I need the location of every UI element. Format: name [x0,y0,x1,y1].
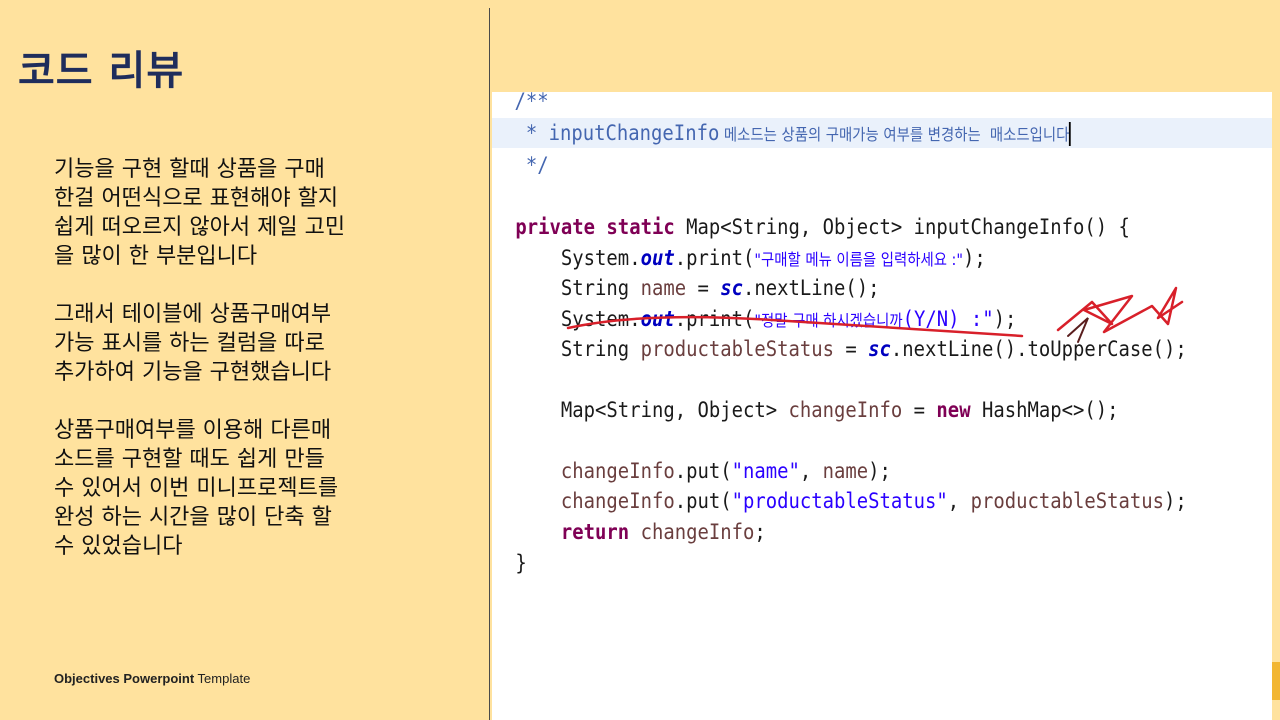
code-line-2: * inputChangeInfo 메소드는 상품의 구매가능 여부를 변경하는… [514,121,1072,146]
code-line-10: changeInfo.put("name", name); [515,459,891,483]
code-line-11: changeInfo.put("productableStatus", prod… [515,489,1187,513]
code-line-9: Map<String, Object> changeInfo = new Has… [515,398,1119,422]
footer-regular: Template [197,671,251,686]
code-line-13: } [515,551,527,575]
paragraph-3: 상품구매여부를 이용해 다른매 소드를 구현할 때도 쉽게 만들 수 있어서 이… [54,418,339,559]
code-line-8: String productableStatus = sc.nextLine()… [515,337,1187,361]
vertical-divider [489,8,490,720]
code-line-12: return changeInfo; [515,520,766,544]
code-screenshot: /** * inputChangeInfo 메소드는 상품의 구매가능 여부를 … [492,92,1272,720]
code-line-3: */ [514,153,549,177]
text-caret [1069,122,1072,146]
paragraph-2: 그래서 테이블에 상품구매여부 가능 표시를 하는 컬럼을 따로 추가하여 기능… [54,302,332,385]
accent-tab [1272,662,1280,700]
slide-left-panel: 코드 리뷰 기능을 구현 할때 상품을 구매 한걸 어떤식으로 표현해야 할지 … [0,0,489,720]
code-line-7: System.out.print("정말 구매 하시겠습니까(Y/N) :"); [515,307,1017,331]
slide-title: 코드 리뷰 [18,48,185,94]
footer-bold: Objectives Powerpoint [54,671,195,686]
code-line-4: private static Map<String, Object> input… [515,215,1130,239]
paragraph-1: 기능을 구현 할때 상품을 구매 한걸 어떤식으로 표현해야 할지 쉽게 떠오르… [54,157,346,269]
code-line-5: System.out.print("구매할 메뉴 이름을 입력하세요 :"); [515,246,986,270]
slide-body: 기능을 구현 할때 상품을 구매 한걸 어떤식으로 표현해야 할지 쉽게 떠오르… [54,155,399,590]
template-footer: Objectives Powerpoint Template [54,671,250,686]
code-line-6: String name = sc.nextLine(); [515,276,880,300]
code-line-1: /** [514,92,549,113]
